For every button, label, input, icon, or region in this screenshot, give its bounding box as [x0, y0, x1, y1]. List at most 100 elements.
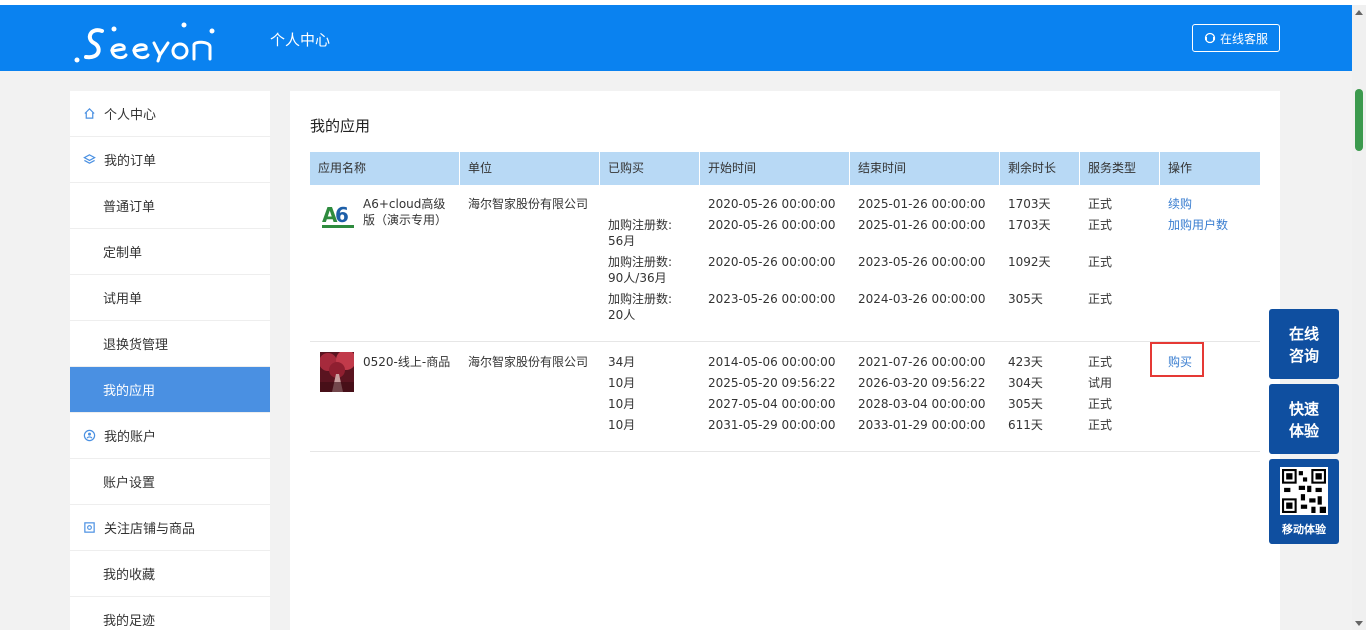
purchased-value: 56月 [608, 234, 636, 248]
column-header: 应用名称 [310, 152, 460, 185]
remaining: 304天 [1008, 376, 1043, 390]
sidebar-item-my-apps[interactable]: 我的应用 [70, 367, 270, 413]
buy-link[interactable]: 购买 [1168, 354, 1192, 370]
end-time: 2021-07-26 00:00:00 [858, 355, 986, 369]
remaining: 611天 [1008, 418, 1043, 432]
store-icon [82, 521, 96, 535]
end-time: 2026-03-20 09:56:22 [858, 376, 986, 390]
remaining: 423天 [1008, 355, 1043, 369]
sidebar-item-normal-orders[interactable]: 普通订单 [70, 183, 270, 229]
column-header: 服务类型 [1080, 152, 1160, 185]
column-header: 操作 [1168, 161, 1193, 175]
end-time: 2023-05-26 00:00:00 [858, 255, 986, 269]
start-time: 2020-05-26 00:00:00 [708, 218, 836, 232]
scroll-up-icon[interactable] [1355, 10, 1363, 15]
consult-line: 在线 [1288, 325, 1319, 343]
header: 个人中心 在线客服 [0, 5, 1352, 71]
trial-line: 快速 [1288, 400, 1319, 418]
online-service-label: 在线客服 [1219, 31, 1268, 46]
service-type: 试用 [1088, 376, 1113, 390]
trial-line: 体验 [1288, 422, 1319, 440]
a6-product-logo: A 6 [322, 203, 354, 228]
end-time: 2033-01-29 00:00:00 [858, 418, 986, 432]
mobile-experience-button[interactable]: 移动体验 [1269, 459, 1339, 544]
purchased: 10月 [608, 418, 636, 432]
sidebar-item-account-settings[interactable]: 账户设置 [70, 459, 270, 505]
column-header: 单位 [460, 152, 600, 185]
remaining: 1703天 [1008, 197, 1051, 211]
main-panel: 我的应用 应用名称 单位 已购买 开始时间 结束时间 剩余时长 服务类型 操作 … [290, 91, 1280, 630]
end-time: 2025-01-26 00:00:00 [858, 197, 986, 211]
online-consult-button[interactable]: 在线 咨询 [1269, 309, 1339, 379]
app-name[interactable]: A6+cloud高级 版（演示专用） [363, 196, 458, 228]
page-title: 个人中心 [270, 31, 331, 49]
layers-icon [82, 153, 96, 167]
start-time: 2031-05-29 00:00:00 [708, 418, 836, 432]
quick-trial-button[interactable]: 快速 体验 [1269, 384, 1339, 454]
page-scrollbar[interactable] [1352, 5, 1366, 630]
sidebar-item-my-account[interactable]: 我的账户 [70, 413, 270, 459]
app-unit: 海尔智家股份有限公司 [468, 197, 589, 211]
home-icon [82, 107, 96, 121]
app-name[interactable]: 0520-线上-商品 [363, 354, 450, 370]
account-icon [82, 429, 96, 443]
sidebar-item-label: 我的账户 [104, 430, 157, 445]
sidebar-item-label: 退换货管理 [103, 338, 169, 353]
sidebar-item-label: 账户设置 [103, 476, 156, 491]
start-time: 2020-05-26 00:00:00 [708, 255, 836, 269]
sidebar-item-trial-orders[interactable]: 试用单 [70, 275, 270, 321]
mobile-experience-label: 移动体验 [1282, 523, 1326, 536]
sidebar-item-label: 我的收藏 [103, 568, 156, 583]
sidebar-item-followed-stores[interactable]: 关注店铺与商品 [70, 505, 270, 551]
sidebar-item-label: 我的足迹 [103, 614, 156, 629]
scroll-down-icon[interactable] [1355, 621, 1363, 626]
sidebar-item-favorites[interactable]: 我的收藏 [70, 551, 270, 597]
column-header: 结束时间 [850, 152, 1000, 185]
end-time: 2025-01-26 00:00:00 [858, 218, 986, 232]
sidebar-item-custom-orders[interactable]: 定制单 [70, 229, 270, 275]
purchased-label: 加购注册数: [608, 218, 673, 232]
column-header: 已购买 [600, 152, 700, 185]
purchased: 加购注册数: 56月 [608, 217, 672, 249]
apps-table: 应用名称 单位 已购买 开始时间 结束时间 剩余时长 服务类型 操作 A 6 A… [310, 152, 1260, 452]
consult-line: 咨询 [1288, 347, 1319, 365]
section-title: 我的应用 [310, 117, 371, 135]
start-time: 2023-05-26 00:00:00 [708, 292, 836, 306]
scroll-thumb[interactable] [1355, 89, 1363, 151]
service-type: 正式 [1088, 218, 1113, 232]
service-type: 正式 [1088, 418, 1113, 432]
sidebar-item-label: 定制单 [103, 246, 143, 261]
qr-code-icon [1280, 467, 1328, 515]
purchased-value: 20人 [608, 308, 636, 322]
product-thumbnail [320, 352, 354, 392]
end-time: 2024-03-26 00:00:00 [858, 292, 986, 306]
add-users-link[interactable]: 加购用户数 [1168, 217, 1228, 233]
start-time: 2014-05-06 00:00:00 [708, 355, 836, 369]
sidebar-item-personal-center[interactable]: 个人中心 [70, 91, 270, 137]
app-name-line: 版（演示专用） [363, 213, 448, 227]
sidebar-item-label: 试用单 [103, 292, 143, 307]
seeyon-logo[interactable] [72, 17, 222, 65]
sidebar-item-label: 普通订单 [103, 200, 156, 215]
purchased: 10月 [608, 376, 636, 390]
purchased-value: 90人/36月 [608, 271, 667, 285]
sidebar-item-footprints[interactable]: 我的足迹 [70, 597, 270, 630]
start-time: 2027-05-04 00:00:00 [708, 397, 836, 411]
sidebar-item-returns[interactable]: 退换货管理 [70, 321, 270, 367]
service-type: 正式 [1088, 292, 1113, 306]
app-unit: 海尔智家股份有限公司 [468, 355, 589, 369]
remaining: 1703天 [1008, 218, 1051, 232]
svg-text:6: 6 [335, 203, 349, 227]
online-service-button[interactable]: 在线客服 [1192, 24, 1280, 52]
purchased-label: 加购注册数: [608, 255, 673, 269]
purchased: 加购注册数: 20人 [608, 291, 672, 323]
sidebar-item-my-orders[interactable]: 我的订单 [70, 137, 270, 183]
start-time: 2025-05-20 09:56:22 [708, 376, 836, 390]
remaining: 305天 [1008, 292, 1043, 306]
renew-link[interactable]: 续购 [1168, 196, 1192, 212]
headset-icon [1204, 32, 1216, 44]
column-header: 开始时间 [700, 152, 850, 185]
sidebar-item-label: 我的应用 [103, 384, 156, 399]
sidebar-item-label: 我的订单 [104, 154, 157, 169]
service-type: 正式 [1088, 255, 1113, 269]
